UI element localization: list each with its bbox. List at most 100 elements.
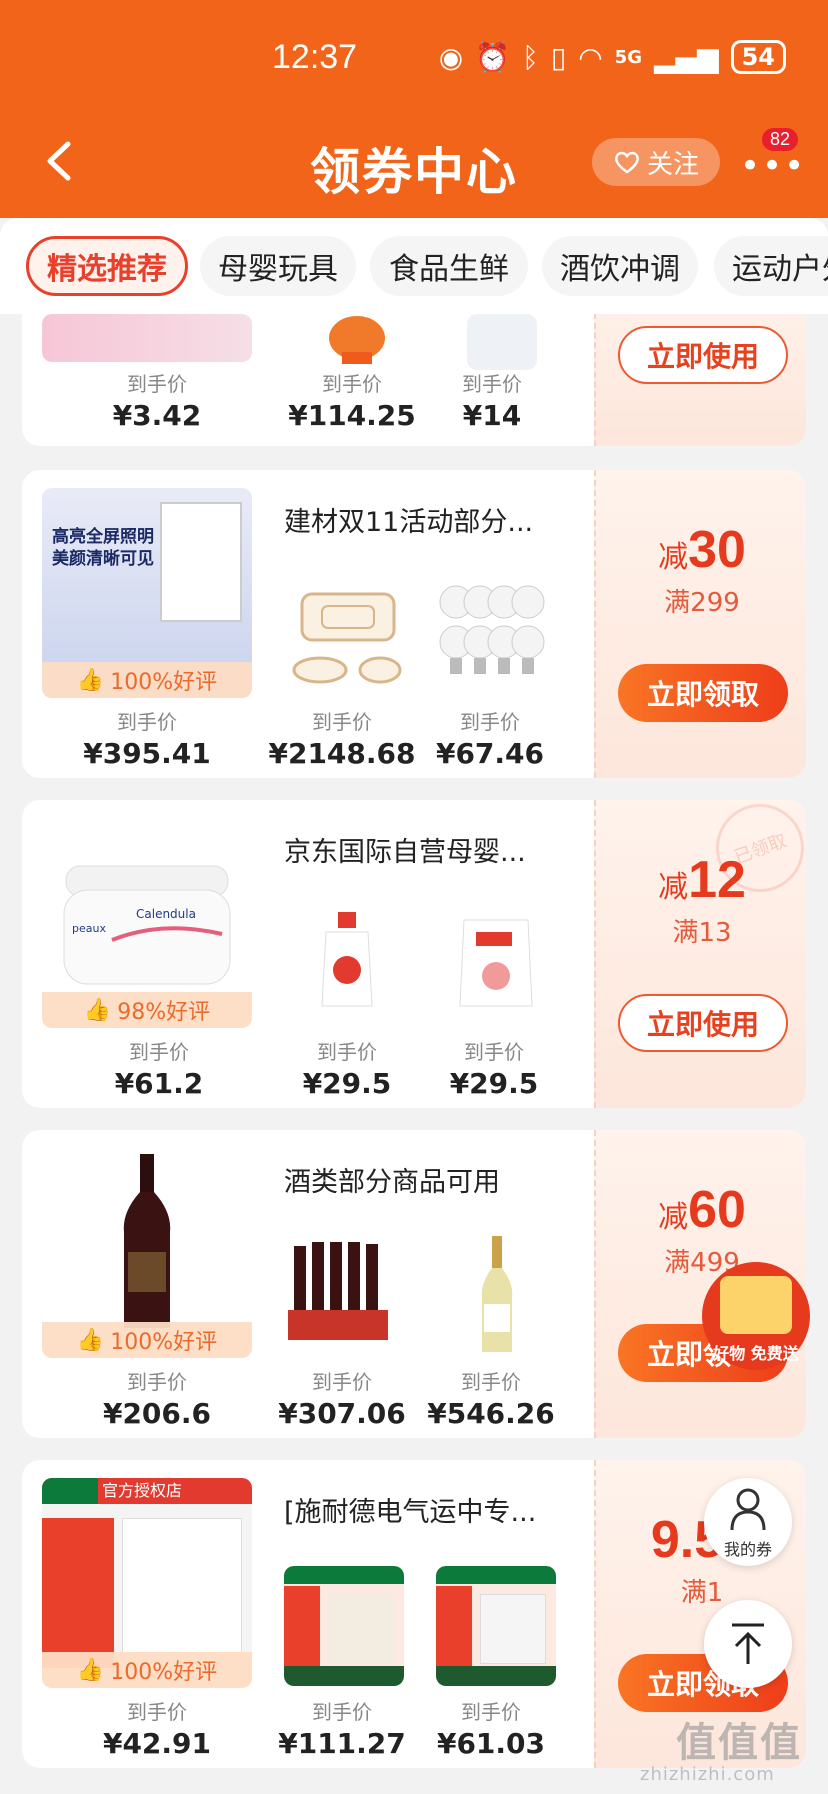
coupon-name: [施耐德电气运中专... bbox=[284, 1497, 537, 1528]
price-label: 到手价 bbox=[312, 710, 372, 734]
amount-value: 12 bbox=[688, 851, 746, 909]
gift-product-image bbox=[720, 1276, 792, 1334]
coupon-amount: 减30 bbox=[596, 520, 806, 580]
tab-featured[interactable]: 精选推荐 bbox=[26, 236, 188, 296]
brand-bar bbox=[436, 1566, 556, 1584]
rating-label: 100%好评 bbox=[110, 1660, 218, 1685]
follow-label: 关注 bbox=[646, 149, 699, 180]
use-now-button[interactable]: 立即使用 bbox=[618, 994, 788, 1052]
switch-illustration bbox=[480, 1594, 546, 1664]
product-price: 到手价 ¥307.06 bbox=[267, 1366, 417, 1430]
price-value: ¥546.26 bbox=[427, 1397, 555, 1430]
coupon-panel: 减30 满299 立即领取 bbox=[594, 470, 806, 778]
coupon-name: 建材双11活动部分... bbox=[284, 507, 534, 538]
brand-bar bbox=[284, 1566, 404, 1584]
coupon-condition: 满299 bbox=[664, 588, 740, 618]
thumbs-up-icon: 👍 bbox=[76, 1327, 105, 1353]
rating-label: 98%好评 bbox=[117, 1000, 211, 1025]
price-value: ¥111.27 bbox=[278, 1727, 406, 1760]
coupon-card: 到手价 ¥3.42 到手价 ¥114.25 到手价 ¥14 立即使用 bbox=[22, 314, 806, 446]
svg-text:peaux: peaux bbox=[72, 922, 106, 935]
product-price: 到手价 ¥395.41 bbox=[72, 706, 222, 770]
price-label: 到手价 bbox=[127, 1700, 187, 1724]
back-to-top-button[interactable] bbox=[704, 1600, 792, 1688]
amount-prefix: 减 bbox=[658, 540, 689, 575]
price-value: ¥206.6 bbox=[102, 1397, 212, 1430]
product-price: 到手价 ¥111.27 bbox=[267, 1696, 417, 1760]
product-price: 到手价 ¥61.2 bbox=[94, 1036, 224, 1100]
product-price: 到手价 ¥14 bbox=[432, 368, 552, 432]
watermark: 值值值 bbox=[676, 1720, 802, 1766]
price-label: 到手价 bbox=[129, 1040, 189, 1064]
free-gift-float-button[interactable]: 好物 免费送 bbox=[702, 1262, 810, 1370]
product-price: 到手价 ¥546.26 bbox=[426, 1366, 556, 1430]
price-value: ¥2148.68 bbox=[268, 737, 416, 770]
price-value: ¥29.5 bbox=[302, 1067, 392, 1100]
coupon-name: 京东国际自营母婴... bbox=[284, 837, 526, 868]
product-image[interactable] bbox=[312, 910, 382, 1010]
promo-strip bbox=[436, 1586, 472, 1666]
price-label: 到手价 bbox=[312, 1700, 372, 1724]
bluetooth-icon: ᛒ bbox=[522, 40, 539, 74]
header-bar: 12:37 ◉ ⏰ ᛒ ▯ ◠ 5G ▂▄▆ 54 领券中心 关注 ••• 82 bbox=[0, 0, 828, 218]
ceiling-light-image bbox=[292, 592, 402, 684]
product-image[interactable] bbox=[436, 1566, 556, 1686]
promo-strip bbox=[42, 1518, 114, 1668]
cream-jar-image: peaux Calendula bbox=[63, 865, 231, 985]
price-value: ¥395.41 bbox=[83, 737, 211, 770]
amount-value: 60 bbox=[688, 1181, 746, 1239]
switch-illustration bbox=[328, 1594, 394, 1664]
price-value: ¥3.42 bbox=[112, 399, 202, 432]
product-image[interactable] bbox=[472, 1234, 522, 1354]
product-image[interactable] bbox=[284, 1236, 414, 1346]
tab-drinks[interactable]: 酒饮冲调 bbox=[542, 236, 698, 296]
amount-prefix: 减 bbox=[658, 870, 689, 905]
user-icon bbox=[730, 1488, 766, 1531]
my-coupons-button[interactable]: 我的券 bbox=[704, 1478, 792, 1566]
tab-fresh-food[interactable]: 食品生鲜 bbox=[370, 236, 528, 296]
network-label: 5G bbox=[614, 46, 642, 68]
signal-icon: ▂▄▆ bbox=[653, 40, 719, 74]
coupon-amount: 减12 bbox=[596, 850, 806, 910]
product-price: 到手价 ¥29.5 bbox=[434, 1036, 554, 1100]
product-image[interactable] bbox=[456, 910, 536, 1010]
product-image[interactable] bbox=[284, 1566, 404, 1686]
category-tabs: 精选推荐 母婴玩具 食品生鲜 酒饮冲调 运动户外 bbox=[0, 218, 828, 314]
product-image[interactable]: peaux Calendula bbox=[52, 860, 242, 990]
promo-strip bbox=[284, 1586, 320, 1666]
price-label: 到手价 bbox=[127, 372, 187, 396]
product-image[interactable] bbox=[436, 580, 556, 690]
follow-button[interactable]: 关注 bbox=[592, 138, 720, 186]
thumbs-up-icon: 👍 bbox=[83, 997, 112, 1023]
rating-label: 100%好评 bbox=[110, 1330, 218, 1355]
status-bar: 12:37 ◉ ⏰ ᛒ ▯ ◠ 5G ▂▄▆ 54 bbox=[0, 38, 828, 78]
price-label: 到手价 bbox=[461, 1370, 521, 1394]
price-value: ¥61.2 bbox=[114, 1067, 204, 1100]
tab-baby-toys[interactable]: 母婴玩具 bbox=[200, 236, 356, 296]
coupon-amount: 减60 bbox=[596, 1180, 806, 1240]
product-image[interactable] bbox=[467, 314, 537, 370]
eye-icon: ◉ bbox=[438, 40, 464, 74]
product-image[interactable] bbox=[284, 580, 414, 700]
price-value: ¥61.03 bbox=[436, 1727, 546, 1760]
product-price: 到手价 ¥114.25 bbox=[277, 368, 427, 432]
product-image[interactable] bbox=[82, 1152, 212, 1332]
price-value: ¥307.06 bbox=[278, 1397, 406, 1430]
price-label: 到手价 bbox=[322, 372, 382, 396]
price-label: 到手价 bbox=[127, 1370, 187, 1394]
status-icons: ◉ ⏰ ᛒ ▯ ◠ 5G ▂▄▆ 54 bbox=[439, 40, 786, 74]
watermark-url: zhizhizhi.com bbox=[640, 1764, 775, 1785]
gift-label: 好物 免费送 bbox=[713, 1344, 799, 1363]
svg-text:Calendula: Calendula bbox=[136, 907, 196, 921]
coupon-feed[interactable]: 到手价 ¥3.42 到手价 ¥114.25 到手价 ¥14 立即使用 高亮全屏照… bbox=[0, 314, 828, 1794]
price-value: ¥14 bbox=[462, 399, 522, 432]
coupon-name: 酒类部分商品可用 bbox=[284, 1167, 500, 1198]
claim-now-button[interactable]: 立即领取 bbox=[618, 664, 788, 722]
white-wine-image bbox=[481, 1236, 513, 1352]
vibrate-icon: ▯ bbox=[550, 40, 567, 74]
tab-sports[interactable]: 运动户外 bbox=[714, 236, 828, 296]
use-now-button[interactable]: 立即使用 bbox=[618, 326, 788, 384]
product-price: 到手价 ¥42.91 bbox=[82, 1696, 232, 1760]
product-image[interactable] bbox=[312, 314, 402, 370]
product-image[interactable] bbox=[42, 314, 252, 362]
